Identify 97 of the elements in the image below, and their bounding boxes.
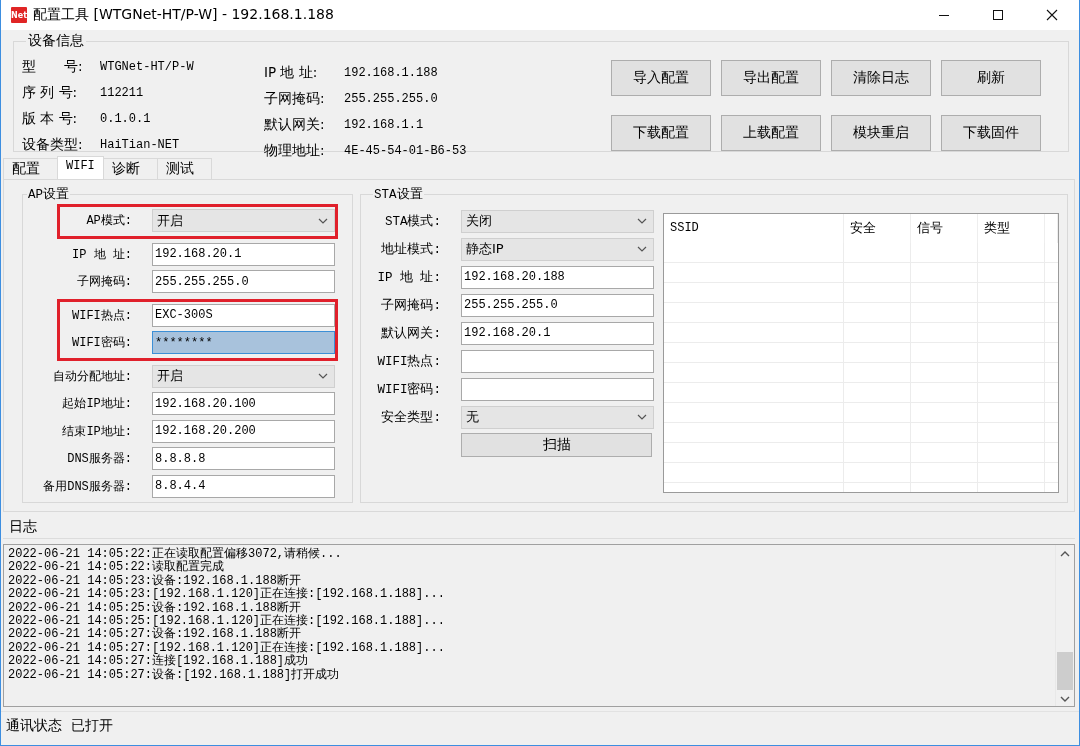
field-label: 默认网关:: [264, 116, 326, 134]
status-value: 已打开: [71, 717, 113, 735]
chevron-down-icon[interactable]: [318, 373, 328, 380]
input-field[interactable]: 192.168.20.1: [152, 242, 335, 266]
log-line: 2022-06-21 14:05:27:[192.168.1.120]正在连接:[192.168.1.188]...: [8, 641, 445, 655]
field-label: 设备类型:: [22, 136, 84, 154]
action-button[interactable]: 下载固件: [941, 115, 1041, 151]
log-line: 2022-06-21 14:05:27:设备:[192.168.1.188]打开成功: [8, 668, 340, 683]
maximize-icon[interactable]: [992, 9, 1004, 21]
field-value: HaiTian-NET: [100, 138, 181, 152]
status-label: 通讯状态: [6, 717, 62, 735]
input-field[interactable]: 8.8.8.8: [152, 447, 335, 471]
action-button[interactable]: 模块重启: [831, 115, 931, 151]
group-title: STA设置: [373, 186, 424, 203]
input-field[interactable]: 255.255.255.0: [152, 270, 335, 294]
section-title: 日志: [9, 518, 37, 536]
dropdown[interactable]: 关闭: [461, 209, 654, 233]
field-value: 192.168.1.188: [344, 66, 439, 80]
field-value: 112211: [100, 86, 145, 100]
window-title: 配置工具 [WTGNet-HT/P-W] - 192.168.1.188: [33, 6, 335, 24]
group-title: 设备信息: [27, 32, 85, 50]
log-line: 2022-06-21 14:05:27:连接[192.168.1.188]成功: [8, 655, 309, 669]
input-field[interactable]: EXC-300S: [152, 303, 335, 327]
field-label: 子网掩码:: [264, 90, 326, 108]
dropdown[interactable]: 开启: [152, 209, 335, 233]
field-value: 4E-45-54-01-B6-53: [344, 144, 468, 158]
tab[interactable]: WIFI: [57, 156, 104, 179]
action-button[interactable]: 清除日志: [831, 60, 931, 96]
chevron-down-icon[interactable]: [637, 246, 647, 252]
action-button[interactable]: 下载配置: [611, 115, 711, 151]
action-button[interactable]: 导出配置: [721, 60, 821, 96]
input-field[interactable]: 192.168.20.200: [152, 419, 335, 443]
column-header[interactable]: 安全: [844, 214, 911, 243]
column-header[interactable]: 信号: [911, 214, 978, 243]
field-label: AP模式:: [86, 213, 132, 230]
field-label: DNS服务器:: [67, 451, 132, 468]
app-icon: Net: [11, 7, 27, 23]
input-field[interactable]: ********: [152, 331, 335, 355]
scroll-thumb[interactable]: [1057, 652, 1073, 690]
input-field[interactable]: 8.8.4.4: [152, 474, 335, 498]
chevron-down-icon[interactable]: [637, 218, 647, 224]
field-label: WIFI密码:: [377, 381, 441, 398]
input-field[interactable]: 192.168.20.100: [152, 392, 335, 416]
chevron-down-icon[interactable]: [637, 414, 647, 420]
log-line: 2022-06-21 14:05:27:设备:192.168.1.188断开: [8, 628, 301, 642]
field-label: 序 列 号:: [22, 84, 79, 102]
close-icon[interactable]: [1046, 9, 1058, 21]
field-label: WIFI热点:: [377, 353, 441, 370]
field-label: 版 本 号:: [22, 110, 79, 128]
field-label: 安全类型:: [381, 409, 441, 426]
log-line: 2022-06-21 14:05:23:设备:192.168.1.188断开: [8, 574, 301, 588]
field-label: 备用DNS服务器:: [43, 478, 132, 495]
input-field[interactable]: 192.168.20.1: [461, 321, 654, 345]
dropdown[interactable]: 无: [461, 405, 654, 429]
tab[interactable]: 测试: [156, 158, 212, 179]
field-label: 子网掩码:: [381, 297, 441, 314]
field-label: IP 地 址:: [377, 269, 441, 286]
dropdown[interactable]: 静态IP: [461, 237, 654, 261]
tab[interactable]: 配置: [3, 158, 58, 179]
tab[interactable]: 诊断: [102, 158, 158, 179]
field-label: IP 地 址:: [264, 64, 319, 82]
scroll-up-icon[interactable]: [1060, 551, 1070, 557]
field-label: 型 号:: [22, 58, 84, 76]
log-line: 2022-06-21 14:05:25:设备:192.168.1.188断开: [8, 601, 301, 615]
group-title: AP设置: [27, 186, 70, 203]
scan-button[interactable]: 扫描: [461, 433, 652, 457]
scroll-down-icon[interactable]: [1060, 696, 1070, 702]
action-button[interactable]: 刷新: [941, 60, 1041, 96]
field-label: STA模式:: [385, 213, 441, 230]
field-label: 默认网关:: [381, 325, 441, 342]
field-value: WTGNet-HT/P-W: [100, 60, 195, 74]
field-label: 地址模式:: [381, 241, 441, 258]
field-value: 192.168.1.1: [344, 118, 425, 132]
chevron-down-icon[interactable]: [318, 217, 328, 224]
action-button[interactable]: 导入配置: [611, 60, 711, 96]
column-header[interactable]: SSID: [664, 214, 844, 243]
log-line: 2022-06-21 14:05:22:正在读取配置偏移3072,请稍候...: [8, 548, 342, 561]
field-label: WIFI密码:: [72, 335, 132, 352]
column-header[interactable]: 类型: [978, 214, 1045, 243]
input-field[interactable]: 192.168.20.188: [461, 265, 654, 289]
field-label: 结束IP地址:: [62, 423, 132, 440]
field-value: 255.255.255.0: [344, 92, 439, 106]
log-line: 2022-06-21 14:05:23:[192.168.1.120]正在连接:[192.168.1.188]...: [8, 588, 445, 602]
log-line: 2022-06-21 14:05:22:读取配置完成: [8, 561, 225, 575]
field-label: 起始IP地址:: [62, 396, 132, 413]
input-field[interactable]: 255.255.255.0: [461, 293, 654, 317]
field-label: 子网掩码:: [76, 274, 132, 291]
field-value: 0.1.0.1: [100, 112, 152, 126]
field-label: WIFI热点:: [72, 307, 132, 324]
field-label: 物理地址:: [264, 142, 326, 160]
input-field[interactable]: [461, 377, 654, 401]
field-label: IP 地 址:: [72, 246, 132, 263]
input-field[interactable]: [461, 349, 654, 373]
scrollbar[interactable]: [1055, 545, 1074, 706]
dropdown[interactable]: 开启: [152, 364, 335, 388]
field-label: 自动分配地址:: [52, 368, 132, 385]
action-button[interactable]: 上载配置: [721, 115, 821, 151]
